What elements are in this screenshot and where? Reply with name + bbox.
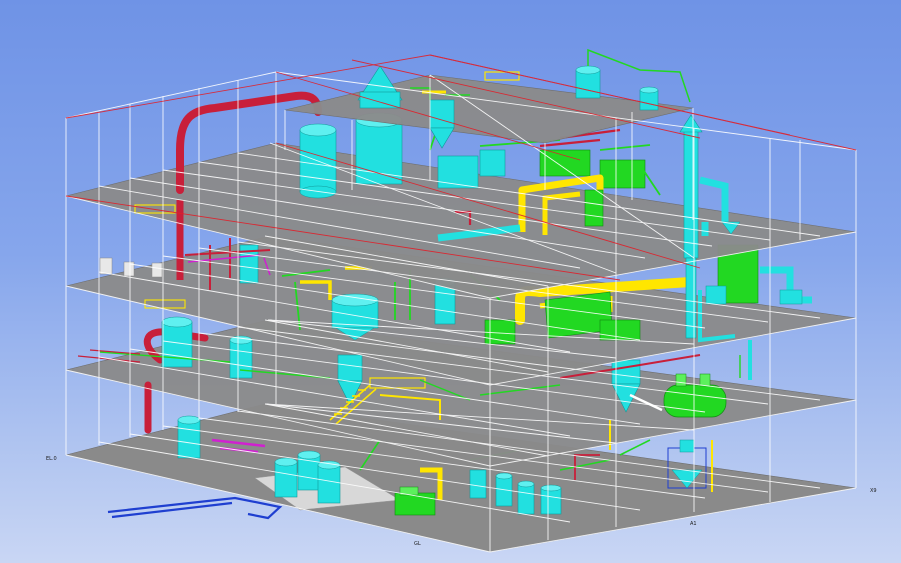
- vessel-icon[interactable]: [584, 189, 604, 227]
- vessel-icon[interactable]: [575, 65, 601, 99]
- bottom-grid-tag-2: A1: [690, 521, 697, 527]
- right-grid-tag: X9: [870, 488, 877, 494]
- plant-3d-model[interactable]: EL.0 GL A1 X9: [0, 0, 901, 563]
- vessel-icon[interactable]: [639, 86, 659, 111]
- vessel-icon[interactable]: [274, 457, 298, 498]
- underground-pipe-run: [107, 496, 283, 520]
- vessel-icon[interactable]: [469, 469, 487, 499]
- vessel-icon[interactable]: [540, 484, 562, 515]
- vessel-icon[interactable]: [517, 480, 535, 515]
- model-viewport[interactable]: EL.0 GL A1 X9: [0, 0, 901, 563]
- bottom-grid-tag-1: GL: [414, 541, 421, 547]
- left-grid-tag: EL.0: [46, 456, 57, 462]
- vessel-icon[interactable]: [229, 335, 253, 379]
- vessel-icon[interactable]: [297, 450, 321, 491]
- vessel-icon[interactable]: [177, 415, 201, 459]
- vessel-icon[interactable]: [161, 316, 193, 368]
